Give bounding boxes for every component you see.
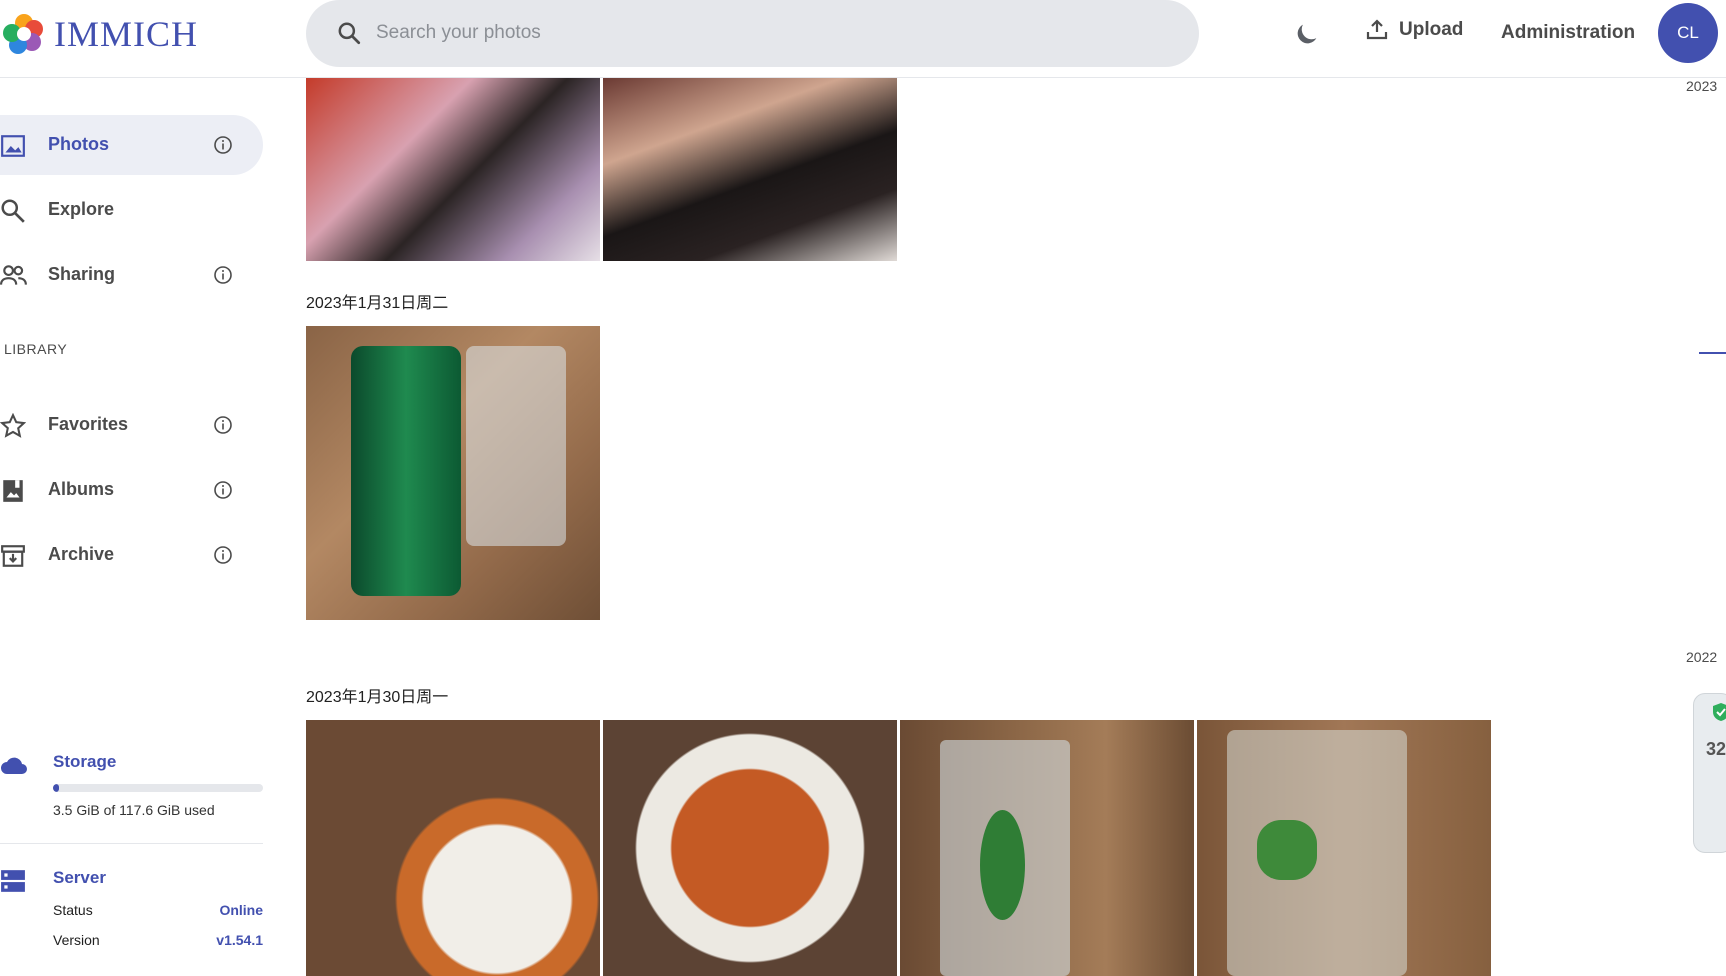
shield-check-icon (1713, 703, 1726, 721)
sidebar-item-albums[interactable]: Albums (0, 460, 263, 520)
photo-thumbnail[interactable] (1197, 720, 1491, 976)
sidebar-item-sharing[interactable]: Sharing (0, 245, 263, 305)
photo-content (1257, 820, 1317, 880)
photo-content (1227, 730, 1407, 976)
sidebar-item-label: Sharing (48, 264, 116, 284)
sidebar-item-label: Archive (48, 544, 115, 564)
search-bar[interactable] (306, 0, 1199, 67)
widget-value: 32 (1706, 739, 1726, 759)
scrubber-year: 2023 (1686, 78, 1718, 94)
photo-thumbnail[interactable] (603, 78, 897, 261)
search-icon (338, 22, 361, 45)
server-icon (1, 870, 25, 892)
sidebar-item-favorites[interactable]: Favorites (0, 395, 263, 455)
photo-content (466, 346, 566, 546)
archive-icon (1, 545, 25, 567)
photo-thumbnail[interactable] (306, 78, 600, 261)
server-panel: Server Status Online Version v1.54.1 (0, 868, 263, 968)
upload-label: Upload (1399, 19, 1464, 40)
search-icon (1, 199, 25, 223)
info-icon[interactable] (213, 265, 233, 285)
photo-content (351, 346, 461, 596)
sidebar-item-label: Explore (48, 199, 115, 219)
people-icon (0, 265, 27, 285)
info-icon[interactable] (213, 135, 233, 155)
photo-thumbnail[interactable] (900, 720, 1194, 976)
dark-mode-toggle-icon[interactable] (1293, 20, 1321, 48)
server-version-row: Version v1.54.1 (53, 932, 263, 948)
sidebar-item-label: Albums (48, 479, 115, 499)
storage-title: Storage (53, 752, 117, 771)
server-status-value: Online (219, 902, 263, 918)
sidebar-item-label: Favorites (48, 414, 129, 434)
star-icon (0, 413, 26, 438)
photo-content (980, 810, 1025, 920)
sidebar-item-explore[interactable]: Explore (0, 180, 263, 240)
server-status-row: Status Online (53, 902, 263, 918)
storage-panel: Storage 3.5 GiB of 117.6 GiB used (0, 748, 263, 828)
sidebar-item-label: Photos (48, 134, 109, 154)
floating-monitor-widget[interactable]: 32 (1693, 693, 1726, 853)
storage-progress-bar (53, 784, 263, 792)
album-icon (3, 480, 23, 502)
cloud-icon (1, 757, 27, 774)
immich-logo-icon (3, 14, 43, 54)
photo-thumbnail[interactable] (603, 720, 897, 976)
info-icon[interactable] (213, 545, 233, 565)
user-avatar[interactable]: CL (1658, 3, 1718, 63)
search-input[interactable] (376, 18, 1156, 48)
sidebar: Photos Explore Sharing LIBRARY Favorites… (0, 78, 270, 976)
storage-used-text: 3.5 GiB of 117.6 GiB used (53, 802, 215, 818)
server-version-label: Version (53, 932, 100, 948)
info-icon[interactable] (213, 415, 233, 435)
upload-icon (1366, 19, 1388, 40)
storage-progress-fill (53, 784, 60, 792)
info-icon[interactable] (213, 480, 233, 500)
upload-button[interactable]: Upload (1365, 18, 1463, 42)
photos-icon (1, 135, 25, 157)
date-group-header[interactable]: 2023年1月30日周一 (306, 683, 448, 707)
scrubber-year: 2022 (1686, 649, 1718, 665)
sidebar-item-archive[interactable]: Archive (0, 525, 263, 585)
server-status-label: Status (53, 902, 93, 918)
app-logo[interactable]: IMMICH (2, 12, 198, 56)
server-version-value: v1.54.1 (216, 932, 263, 948)
server-title: Server (53, 868, 106, 887)
top-bar: IMMICH Upload Administration CL (0, 0, 1726, 78)
photo-thumbnail[interactable] (306, 720, 600, 976)
sidebar-item-photos[interactable]: Photos (0, 115, 263, 175)
date-group-header[interactable]: 2023年1月31日周二 (306, 289, 448, 313)
app-name: IMMICH (54, 14, 199, 54)
scrubber-position-marker[interactable] (1699, 352, 1726, 354)
library-heading: LIBRARY (4, 341, 68, 357)
administration-link[interactable]: Administration (1501, 22, 1635, 44)
divider (0, 843, 263, 844)
photo-timeline: 2023年1月31日周二 2023年1月30日周一 (306, 78, 1686, 976)
photo-thumbnail[interactable] (306, 326, 600, 620)
